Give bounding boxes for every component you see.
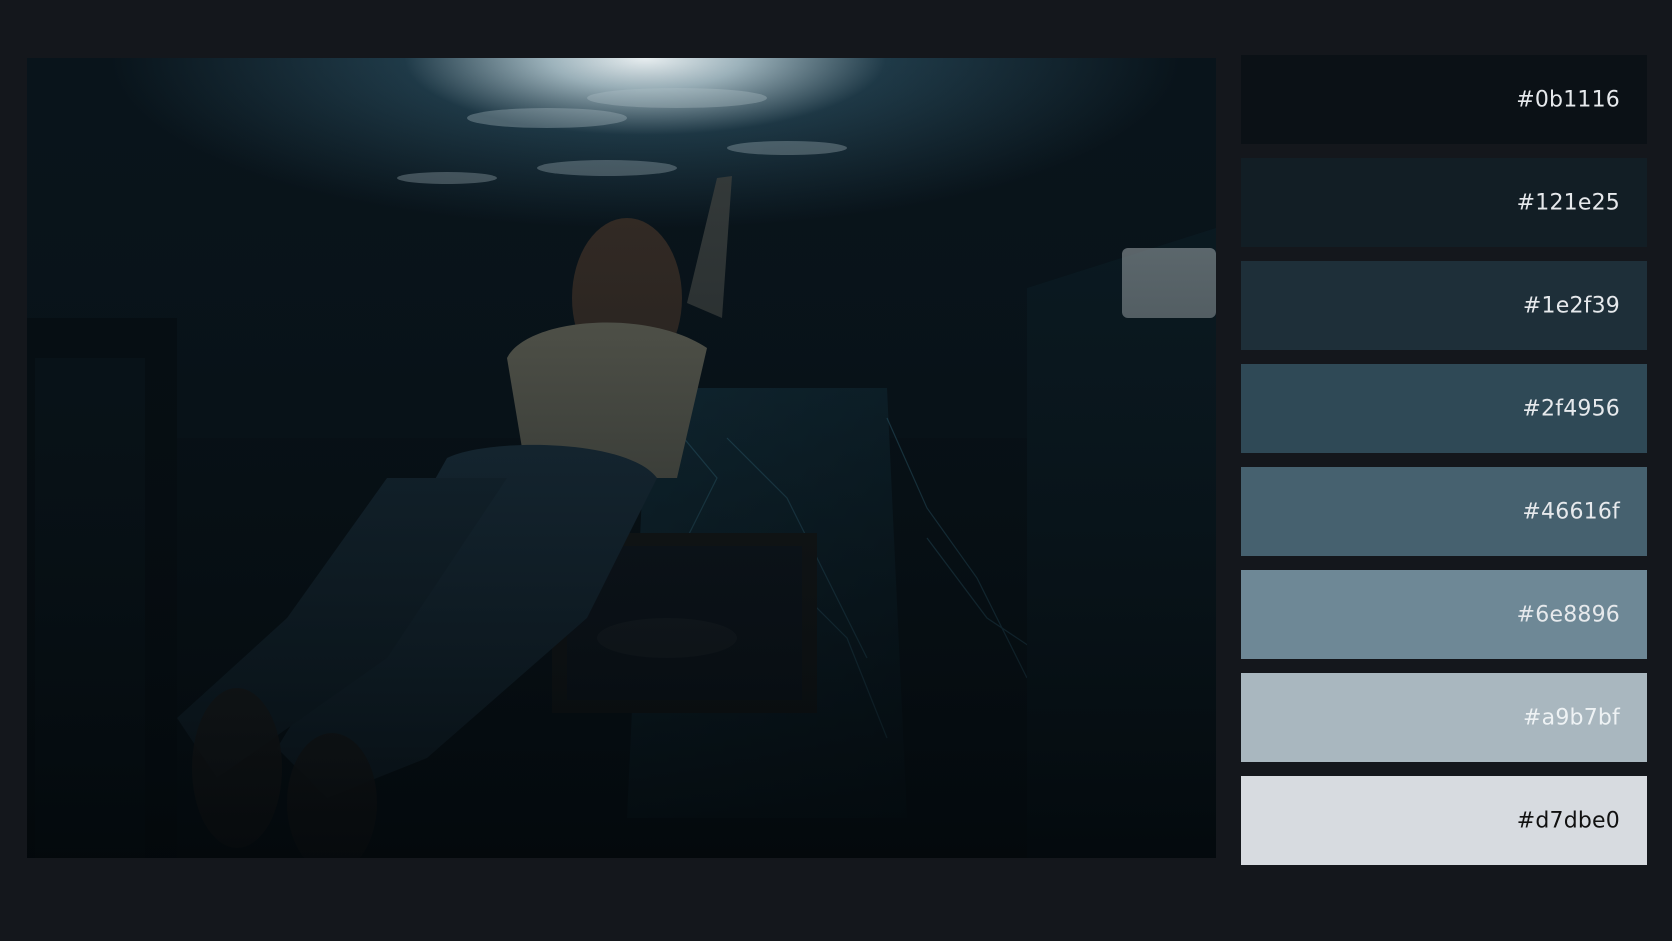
hex-code: #1e2f39: [1522, 293, 1620, 318]
color-palette: #0b1116 #121e25 #1e2f39 #2f4956 #46616f …: [1241, 55, 1647, 865]
hex-code: #46616f: [1522, 499, 1620, 524]
swatch-4[interactable]: #2f4956: [1241, 364, 1647, 453]
hex-code: #d7dbe0: [1516, 808, 1620, 833]
hex-code: #121e25: [1516, 190, 1620, 215]
hex-code: #2f4956: [1522, 396, 1620, 421]
swatch-7[interactable]: #a9b7bf: [1241, 673, 1647, 762]
swatch-1[interactable]: #0b1116: [1241, 55, 1647, 144]
palette-card: #0b1116 #121e25 #1e2f39 #2f4956 #46616f …: [0, 0, 1672, 941]
hex-code: #0b1116: [1516, 87, 1620, 112]
hex-code: #6e8896: [1516, 602, 1620, 627]
swatch-2[interactable]: #121e25: [1241, 158, 1647, 247]
swatch-6[interactable]: #6e8896: [1241, 570, 1647, 659]
swatch-8[interactable]: #d7dbe0: [1241, 776, 1647, 865]
swatch-5[interactable]: #46616f: [1241, 467, 1647, 556]
underwater-photo: [27, 58, 1216, 858]
hex-code: #a9b7bf: [1523, 705, 1620, 730]
person-reaching-up-underwater-icon: [27, 58, 1216, 858]
swatch-3[interactable]: #1e2f39: [1241, 261, 1647, 350]
